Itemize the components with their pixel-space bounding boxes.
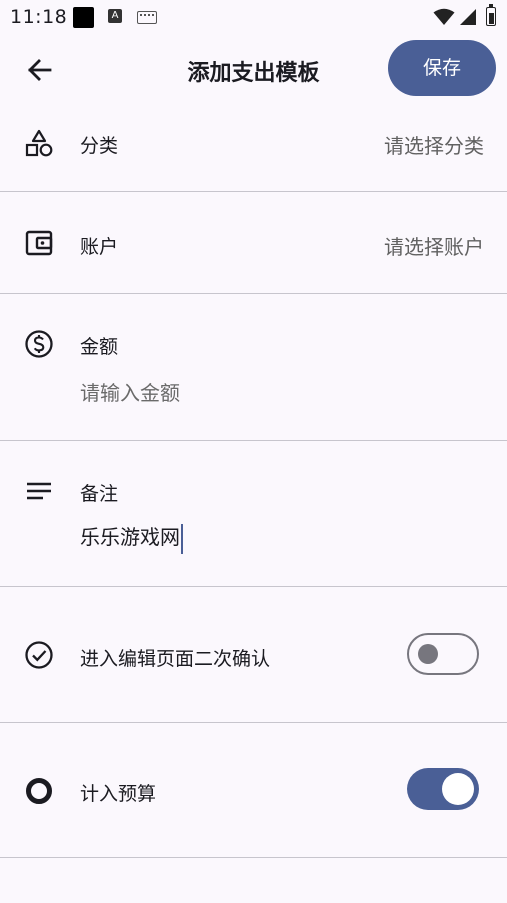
category-row[interactable]: 分类 请选择分类	[0, 104, 507, 191]
ring-icon	[26, 778, 52, 804]
budget-row[interactable]: 计入预算	[0, 723, 507, 857]
account-value: 请选择账户	[384, 235, 484, 259]
signal-icon	[460, 9, 476, 25]
save-button[interactable]: 保存	[388, 40, 496, 96]
confirm-edit-label: 进入编辑页面二次确认	[80, 648, 271, 670]
app-bar: 添加支出模板 保存	[0, 34, 507, 104]
amount-input[interactable]: 请输入金额	[80, 377, 180, 406]
dollar-circle-icon	[25, 330, 53, 358]
toggle-knob	[442, 773, 474, 805]
confirm-edit-toggle[interactable]	[407, 633, 479, 675]
budget-toggle[interactable]	[407, 768, 479, 810]
category-value: 请选择分类	[384, 134, 484, 158]
amount-row: 金额 请输入金额	[0, 294, 507, 440]
arrow-back-icon	[28, 59, 52, 81]
app-notification-icon: A	[108, 9, 122, 23]
wifi-icon	[433, 8, 455, 25]
amount-label: 金额	[80, 336, 119, 358]
notes-icon	[27, 482, 51, 500]
status-bar: 11:18 A	[0, 0, 507, 34]
budget-label: 计入预算	[80, 783, 157, 805]
divider	[0, 857, 507, 858]
text-cursor	[181, 523, 183, 554]
notification-icon	[73, 7, 94, 28]
toggle-knob	[418, 643, 438, 664]
confirm-edit-row[interactable]: 进入编辑页面二次确认	[0, 587, 507, 722]
account-row[interactable]: 账户 请选择账户	[0, 192, 507, 293]
category-label: 分类	[80, 135, 119, 157]
note-label: 备注	[80, 483, 119, 505]
category-icon	[25, 129, 53, 157]
back-button[interactable]	[22, 52, 58, 88]
note-input[interactable]: 乐乐游戏网	[80, 521, 183, 554]
status-time: 11:18	[10, 6, 68, 28]
note-row: 备注 乐乐游戏网	[0, 441, 507, 586]
check-circle-icon	[25, 641, 53, 669]
wallet-icon	[25, 230, 53, 256]
battery-icon	[486, 4, 496, 26]
account-label: 账户	[80, 236, 119, 258]
note-text: 乐乐游戏网	[80, 525, 180, 549]
keyboard-icon	[137, 11, 157, 24]
